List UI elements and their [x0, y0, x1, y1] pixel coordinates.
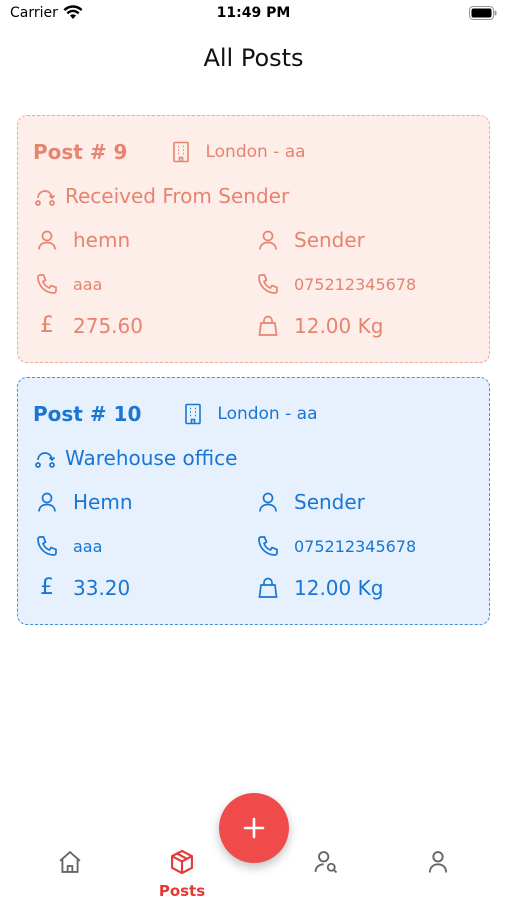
sender-name-row: Sender	[256, 490, 365, 514]
post-price: 275.60	[73, 314, 143, 338]
user-icon	[38, 492, 56, 512]
sender-name: Sender	[294, 490, 365, 514]
post-weight: 12.00 Kg	[294, 576, 384, 600]
nav-item-posts[interactable]: Posts	[152, 848, 212, 900]
clock-label: 11:49 PM	[216, 5, 291, 21]
building-icon	[185, 403, 202, 425]
status-bar: Carrier 11:49 PM	[0, 0, 507, 30]
sender-phone-row: 075212345678	[256, 272, 416, 296]
sender-phone-row: 075212345678	[256, 534, 416, 558]
user-icon	[259, 230, 277, 250]
user-search-icon	[314, 851, 338, 874]
post-location: London - aa	[205, 142, 306, 162]
receiver-phone: aaa	[73, 274, 103, 294]
weight-bag-icon	[258, 577, 278, 598]
receiver-phone: aaa	[73, 536, 103, 556]
post-status: Received From Sender	[65, 184, 290, 208]
post-card[interactable]: Post # 9 London - aa Received From Sende…	[17, 115, 490, 363]
price-row: £ 33.20	[35, 575, 131, 601]
status-row: Warehouse office	[33, 446, 237, 470]
price-row: £ 275.60	[35, 313, 143, 339]
receiver-name-row: hemn	[35, 228, 130, 252]
post-number: Post # 9	[33, 140, 128, 164]
nav-item-user-search[interactable]	[296, 848, 356, 880]
post-location: London - aa	[217, 404, 318, 424]
post-price: 33.20	[73, 576, 131, 600]
receiver-name: hemn	[73, 228, 131, 252]
package-icon	[171, 849, 193, 875]
add-post-button[interactable]	[219, 793, 289, 863]
receiver-name-row: Hemn	[35, 490, 133, 514]
weight-row: 12.00 Kg	[256, 576, 383, 600]
post-header: Post # 9 London - aa	[33, 140, 306, 164]
route-status-icon	[35, 190, 56, 206]
status-row: Received From Sender	[33, 184, 289, 208]
post-card[interactable]: Post # 10 London - aa Warehouse office H…	[17, 377, 490, 625]
pound-icon: £	[40, 575, 54, 600]
weight-row: 12.00 Kg	[256, 314, 383, 338]
phone-icon	[258, 536, 278, 556]
nav-label-posts: Posts	[158, 882, 206, 900]
building-icon	[173, 141, 190, 163]
plus-icon	[243, 817, 265, 839]
home-icon	[59, 850, 81, 873]
sender-name-row: Sender	[256, 228, 365, 252]
nav-item-profile[interactable]	[408, 848, 468, 880]
user-icon	[428, 851, 448, 873]
post-header: Post # 10 London - aa	[33, 402, 317, 426]
sender-phone: 075212345678	[294, 274, 417, 294]
sender-phone: 075212345678	[294, 536, 417, 556]
pound-icon: £	[40, 313, 54, 338]
post-weight: 12.00 Kg	[294, 314, 384, 338]
phone-icon	[37, 536, 57, 556]
battery-icon	[469, 6, 497, 20]
user-icon	[259, 492, 277, 512]
sender-name: Sender	[294, 228, 365, 252]
receiver-name: Hemn	[73, 490, 133, 514]
user-icon	[38, 230, 56, 250]
post-status: Warehouse office	[65, 446, 238, 470]
phone-icon	[258, 274, 278, 294]
receiver-phone-row: aaa	[35, 534, 102, 558]
receiver-phone-row: aaa	[35, 272, 102, 296]
nav-item-home[interactable]	[40, 848, 100, 880]
page-title: All Posts	[203, 44, 304, 72]
weight-bag-icon	[258, 315, 278, 336]
phone-icon	[37, 274, 57, 294]
route-status-icon	[35, 452, 56, 468]
post-number: Post # 10	[33, 402, 142, 426]
